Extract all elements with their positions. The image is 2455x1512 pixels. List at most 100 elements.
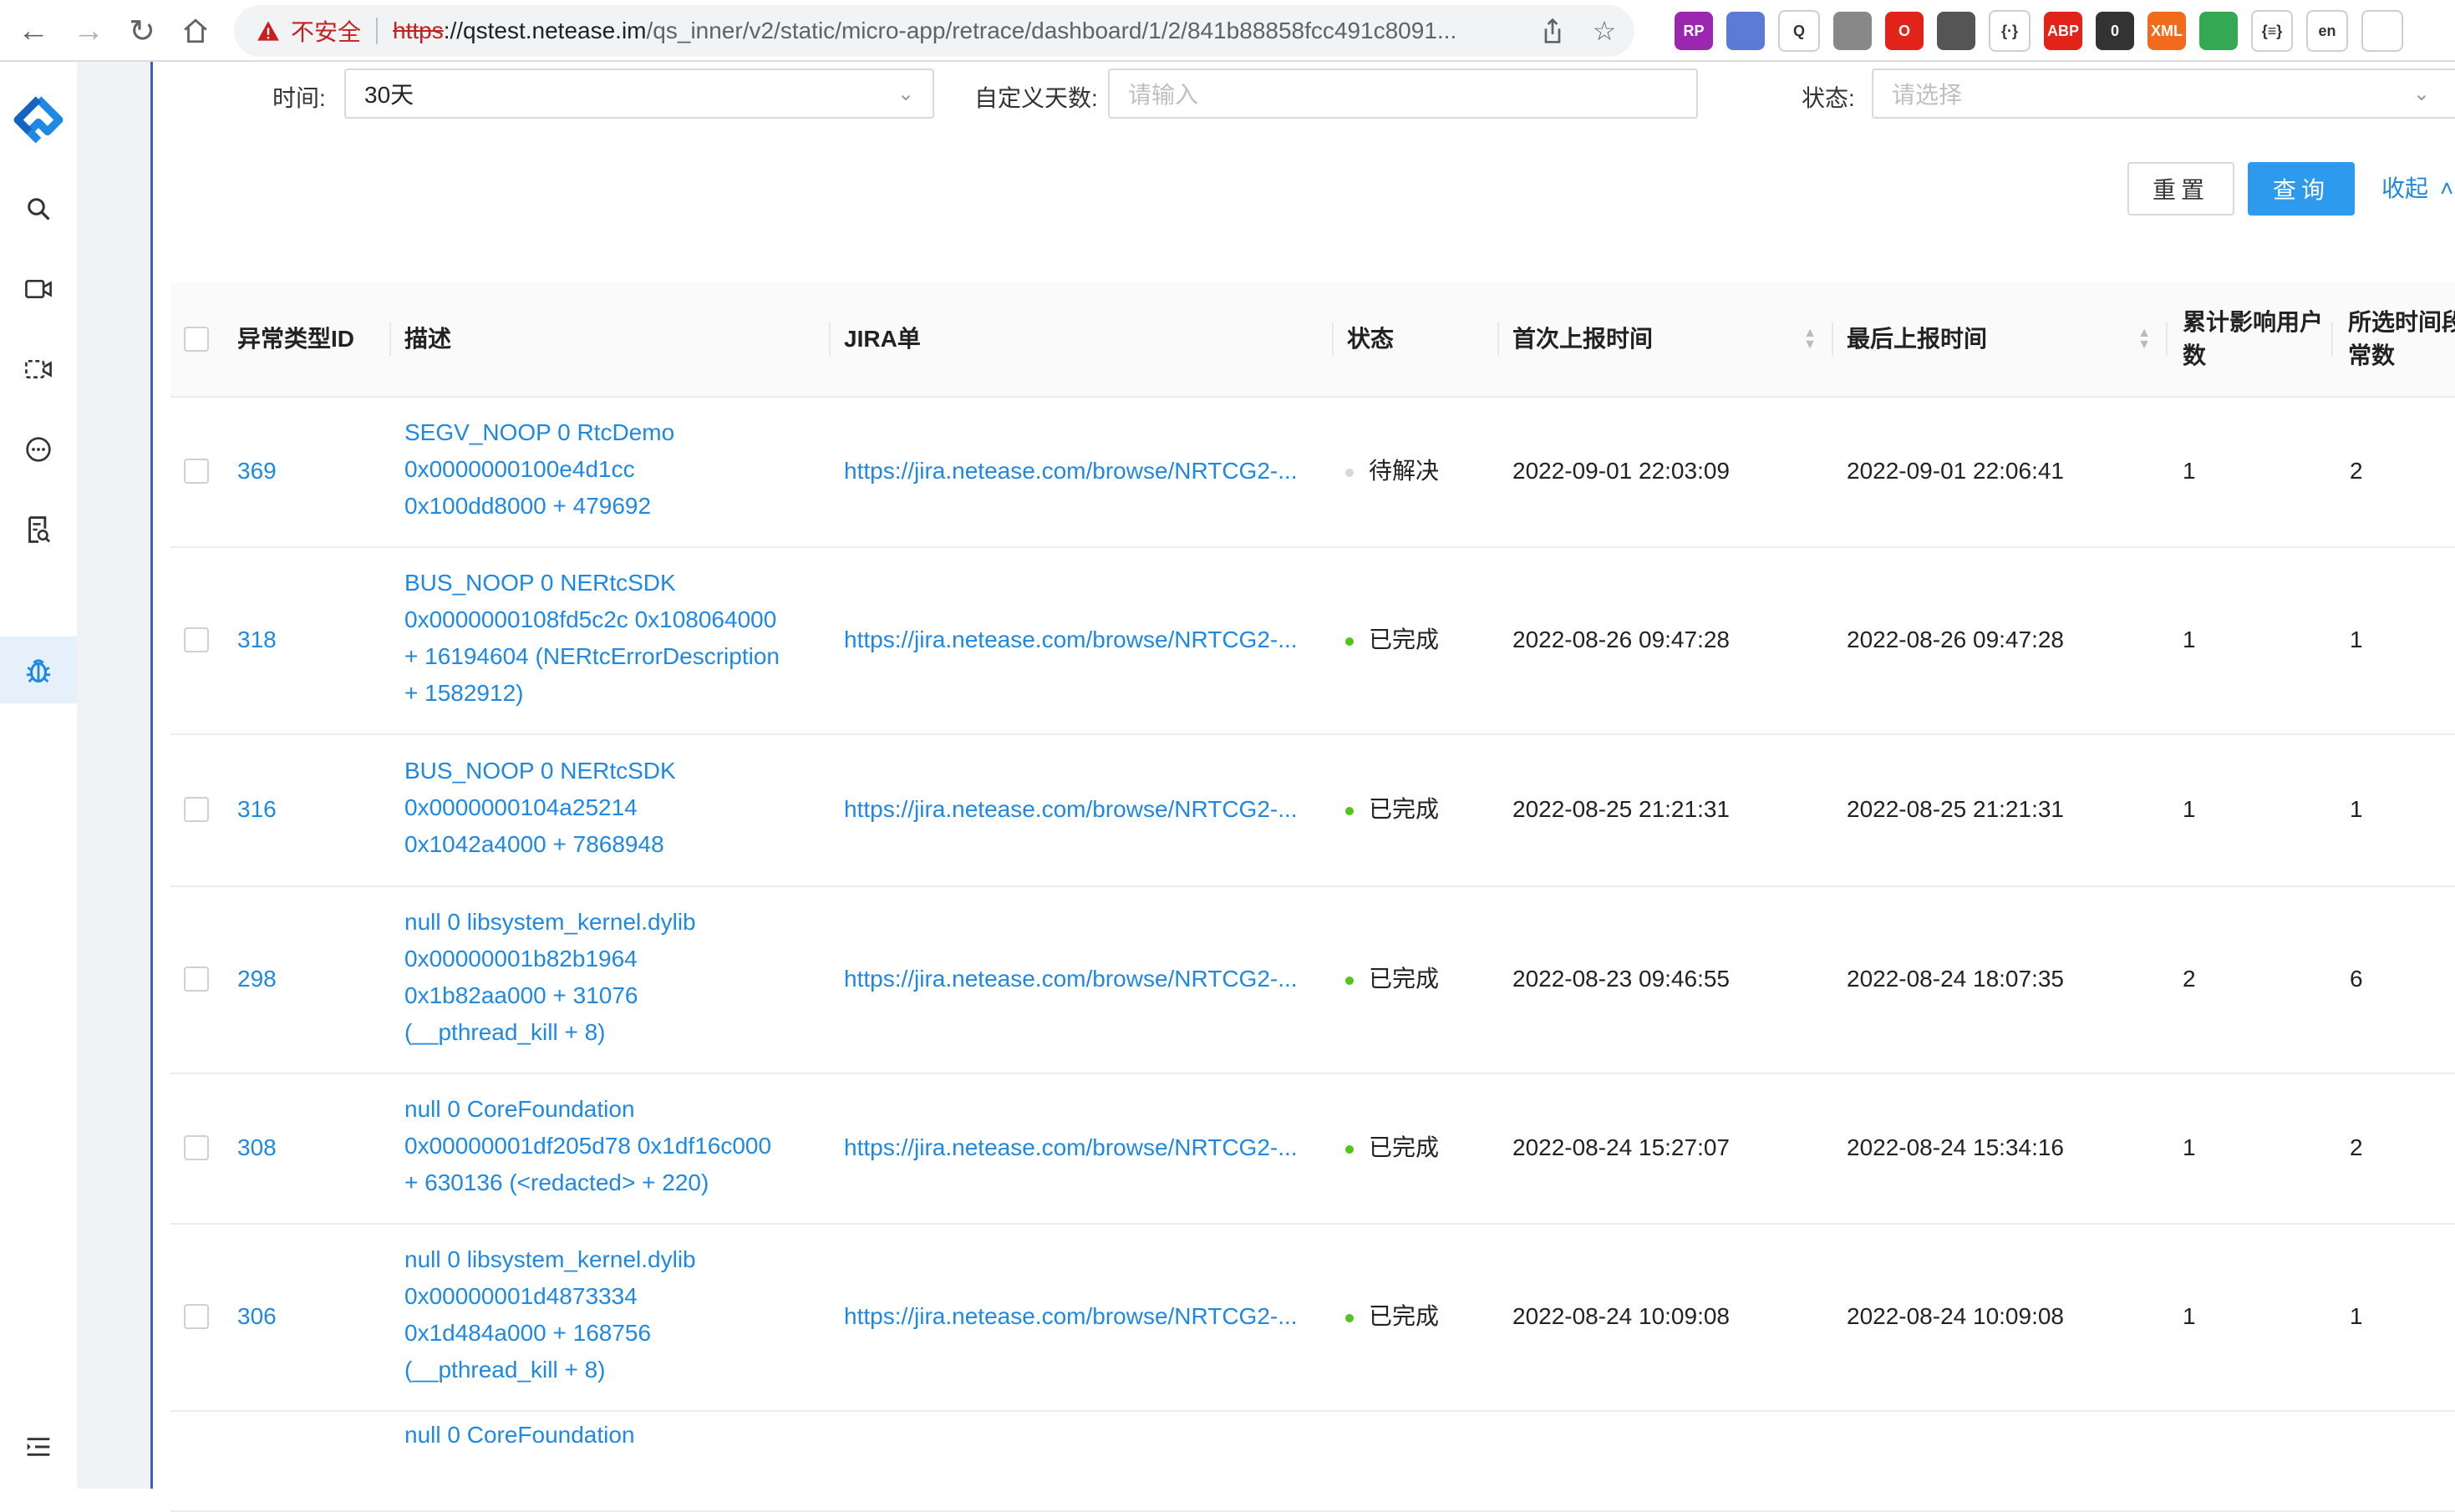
description-link[interactable]: null 0 libsystem_kernel.dylib 0x00000001d…: [404, 1241, 822, 1388]
table-row[interactable]: 306 null 0 libsystem_kernel.dylib 0x000000…: [170, 1223, 2455, 1412]
exception-id-link[interactable]: 308: [237, 1129, 277, 1166]
screen-record-icon[interactable]: [0, 336, 77, 403]
col-id: 异常类型ID: [237, 326, 355, 352]
select-all-checkbox[interactable]: [184, 327, 209, 352]
status-dot-icon: [1345, 1144, 1354, 1154]
sort-icon[interactable]: ▲ ▼: [2136, 327, 2153, 352]
row-checkbox[interactable]: [184, 1135, 209, 1160]
col-count-line2: 常数: [2348, 342, 2396, 368]
sort-icon[interactable]: ▲ ▼: [1802, 327, 1818, 352]
jira-link[interactable]: https://jira.netease.com/browse/NRTCG2-.…: [844, 791, 1312, 828]
jira-link[interactable]: https://jira.netease.com/browse/NRTCG2-.…: [844, 961, 1312, 997]
exception-count: 6: [2350, 966, 2363, 992]
search-icon[interactable]: [0, 175, 77, 242]
browser-toolbar: ← → ↻ 不安全 https://qstest.netease.im/qs_i…: [0, 0, 2455, 62]
first-report-time: 2022-08-24 10:09:08: [1512, 1303, 1730, 1329]
row-checkbox[interactable]: [184, 459, 209, 484]
jira-link[interactable]: https://jira.netease.com/browse/NRTCG2-.…: [844, 453, 1312, 490]
extension-zero-icon[interactable]: 0: [2096, 12, 2134, 50]
status-text: 待解决: [1369, 458, 1440, 484]
table-row[interactable]: 318 BUS_NOOP 0 NERtcSDK 0x0000000108fd5c2c…: [170, 546, 2455, 735]
col-users-line2: 数: [2183, 342, 2207, 368]
description-link[interactable]: BUS_NOOP 0 NERtcSDK 0x0000000108fd5c2c 0x…: [404, 565, 822, 712]
time-select[interactable]: 30天 ⌄: [344, 68, 934, 119]
star-icon[interactable]: ☆: [1586, 13, 1623, 49]
extension-ext4-icon[interactable]: [1833, 12, 1872, 50]
status-dot-icon: [1345, 806, 1354, 815]
collapse-link[interactable]: 收起 ˄: [2381, 170, 2453, 204]
extension-xml-icon[interactable]: XML: [2147, 12, 2186, 50]
custom-days-placeholder: 请输入: [1128, 82, 1199, 108]
description-link[interactable]: null 0 CoreFoundation 0x00000001df205d78 …: [404, 1091, 822, 1201]
exception-id-link[interactable]: 306: [237, 1298, 277, 1335]
col-divider: [2166, 322, 2168, 356]
table-row[interactable]: 369 SEGV_NOOP 0 RtcDemo 0x0000000100e4d1cc…: [170, 396, 2455, 548]
description-line: SEGV_NOOP 0 RtcDemo: [404, 419, 675, 445]
report-search-icon[interactable]: [0, 496, 77, 563]
table-row[interactable]: 308 null 0 CoreFoundation 0x00000001df205d…: [170, 1073, 2455, 1225]
extension-puzzle-icon[interactable]: [2361, 10, 2403, 52]
row-checkbox[interactable]: [184, 1304, 209, 1329]
col-users-line1: 累计影响用户: [2183, 309, 2324, 335]
description-line: 0x100dd8000 + 479692: [404, 493, 652, 519]
description-link[interactable]: BUS_NOOP 0 NERtcSDK 0x0000000104a25214 0x1…: [404, 753, 822, 863]
col-first-report[interactable]: 首次上报时间: [1512, 282, 1653, 396]
address-bar[interactable]: 不安全 https://qstest.netease.im/qs_inner/v…: [234, 5, 1634, 57]
row-checkbox[interactable]: [184, 797, 209, 822]
extension-opera-icon[interactable]: O: [1885, 12, 1924, 50]
custom-days-input[interactable]: 请输入: [1108, 68, 1698, 119]
jira-link[interactable]: https://jira.netease.com/browse/NRTCG2-.…: [844, 1298, 1312, 1335]
exception-id-link[interactable]: 369: [237, 453, 277, 490]
back-icon[interactable]: ←: [8, 6, 58, 56]
chevron-up-icon: ˄: [2440, 175, 2454, 201]
extension-chrome-icon[interactable]: [2199, 12, 2238, 50]
col-divider: [1332, 322, 1334, 356]
description-line: BUS_NOOP 0 NERtcSDK: [404, 570, 676, 596]
reload-icon[interactable]: ↻: [117, 6, 167, 56]
table-header: 异常类型ID 描述 JIRA单 状态 首次上报时间 ▲ ▼ 最后上报时间 ▲ ▼ 累…: [170, 282, 2455, 398]
home-icon[interactable]: [170, 6, 221, 56]
query-button[interactable]: 查询: [2248, 162, 2355, 216]
share-icon[interactable]: [1534, 13, 1571, 49]
extension-json-icon[interactable]: {·}: [1989, 10, 2031, 52]
url-text[interactable]: https://qstest.netease.im/qs_inner/v2/st…: [393, 18, 1546, 44]
status-text: 已完成: [1369, 627, 1440, 652]
row-checkbox[interactable]: [184, 967, 209, 992]
exception-id-link[interactable]: 318: [237, 622, 277, 658]
extension-gear-icon[interactable]: [1937, 12, 1975, 50]
col-last-report[interactable]: 最后上报时间: [1847, 282, 1987, 396]
table-row[interactable]: null 0 CoreFoundation: [170, 1410, 2455, 1512]
status-text: 已完成: [1369, 966, 1440, 992]
jira-link[interactable]: https://jira.netease.com/browse/NRTCG2-.…: [844, 622, 1312, 658]
description-link[interactable]: null 0 CoreFoundation: [404, 1417, 822, 1454]
bug-icon[interactable]: [0, 637, 77, 703]
affected-users: 1: [2183, 458, 2196, 484]
forward-icon[interactable]: →: [64, 6, 114, 56]
row-checkbox[interactable]: [184, 627, 209, 652]
exception-count: 2: [2350, 1134, 2363, 1160]
exception-id-link[interactable]: 298: [237, 961, 277, 997]
video-icon[interactable]: [0, 256, 77, 322]
security-label[interactable]: 不安全: [291, 14, 361, 48]
jira-link[interactable]: https://jira.netease.com/browse/NRTCG2-.…: [844, 1129, 1312, 1166]
extensions-bar: RP Q O {·} ABP 0 XML {≡} en: [1675, 10, 2403, 52]
chat-icon[interactable]: [0, 416, 77, 483]
table-row[interactable]: 298 null 0 libsystem_kernel.dylib 0x000000…: [170, 885, 2455, 1074]
first-report-time: 2022-08-23 09:46:55: [1512, 966, 1730, 992]
app-logo-icon[interactable]: [0, 84, 77, 159]
status-select[interactable]: 请选择 ⌄: [1872, 68, 2455, 119]
reset-button[interactable]: 重置: [2127, 162, 2234, 216]
description-link[interactable]: SEGV_NOOP 0 RtcDemo 0x0000000100e4d1cc 0x1…: [404, 414, 822, 525]
status-text: 已完成: [1369, 1303, 1440, 1329]
exception-id-link[interactable]: 316: [237, 791, 277, 828]
extension-braces-icon[interactable]: {≡}: [2251, 10, 2293, 52]
warning-icon[interactable]: [256, 18, 281, 43]
extension-lang-icon[interactable]: en: [2306, 10, 2348, 52]
extension-adblock-icon[interactable]: ABP: [2044, 12, 2082, 50]
description-link[interactable]: null 0 libsystem_kernel.dylib 0x00000001b…: [404, 904, 822, 1051]
menu-collapse-icon[interactable]: [0, 1413, 77, 1480]
extension-ext3-icon[interactable]: Q: [1778, 10, 1820, 52]
table-row[interactable]: 316 BUS_NOOP 0 NERtcSDK 0x0000000104a25214…: [170, 733, 2455, 887]
extension-rp-icon[interactable]: RP: [1675, 12, 1713, 50]
extension-ext2-icon[interactable]: [1726, 12, 1765, 50]
